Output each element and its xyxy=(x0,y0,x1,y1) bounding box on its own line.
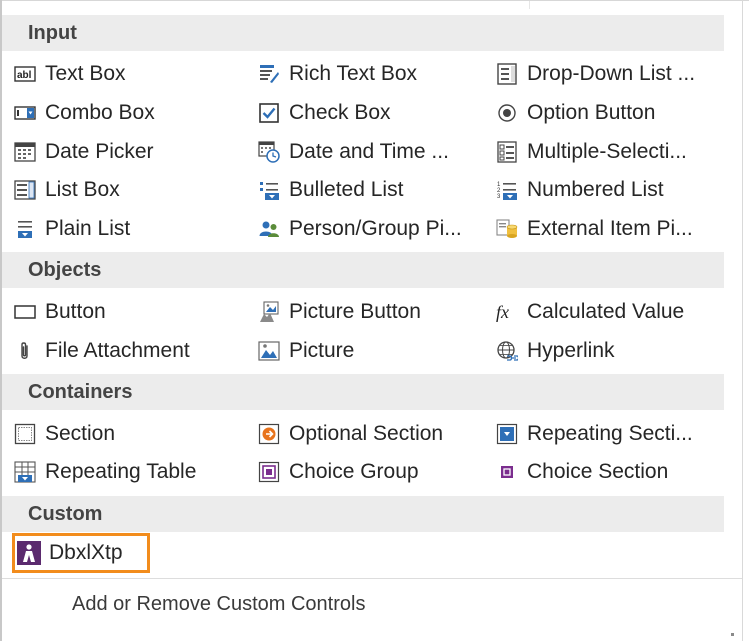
button-icon xyxy=(14,301,36,323)
date-picker-icon xyxy=(14,141,36,163)
section-header-objects: Objects xyxy=(2,252,724,288)
bulleted-list-icon xyxy=(258,179,280,201)
control-choice-group[interactable]: Choice Group xyxy=(258,454,419,490)
custom-control-icon xyxy=(17,541,41,565)
svg-text:3: 3 xyxy=(497,194,501,200)
control-date-picker[interactable]: Date Picker xyxy=(14,134,154,170)
control-rich-text-box[interactable]: Rich Text Box xyxy=(258,56,417,92)
control-text-box[interactable]: abl Text Box xyxy=(14,56,126,92)
control-check-box[interactable]: Check Box xyxy=(258,95,391,131)
date-time-picker-icon xyxy=(258,141,280,163)
hyperlink-globe-icon xyxy=(496,340,518,362)
choice-section-icon xyxy=(496,461,518,483)
section-header-custom: Custom xyxy=(2,496,724,532)
control-picture[interactable]: Picture xyxy=(258,333,354,369)
picture-button-icon xyxy=(258,301,280,323)
resize-grip[interactable] xyxy=(731,633,734,636)
control-repeating-table[interactable]: Repeating Table xyxy=(14,454,196,490)
control-multiple-selection-list[interactable]: Multiple-Selecti... xyxy=(496,134,687,170)
rich-text-box-icon xyxy=(258,63,280,85)
calculated-value-icon: fx xyxy=(496,301,518,323)
control-drop-down-list[interactable]: Drop-Down List ... xyxy=(496,56,695,92)
list-box-icon xyxy=(14,179,36,201)
control-bulleted-list[interactable]: Bulleted List xyxy=(258,172,403,208)
top-tick xyxy=(529,1,530,9)
controls-gallery: Input abl Text Box Rich Text Box Drop-Do… xyxy=(0,0,749,641)
optional-section-icon xyxy=(258,423,280,445)
section-icon xyxy=(14,423,36,445)
footer-divider xyxy=(2,578,742,579)
control-choice-section[interactable]: Choice Section xyxy=(496,454,668,490)
control-combo-box[interactable]: Combo Box xyxy=(14,95,155,131)
control-option-button[interactable]: Option Button xyxy=(496,95,655,131)
section-header-containers: Containers xyxy=(2,374,724,410)
control-button[interactable]: Button xyxy=(14,294,106,330)
control-date-time-picker[interactable]: Date and Time ... xyxy=(258,134,449,170)
plain-list-icon xyxy=(14,218,36,240)
choice-group-icon xyxy=(258,461,280,483)
control-repeating-section[interactable]: Repeating Secti... xyxy=(496,416,693,452)
control-optional-section[interactable]: Optional Section xyxy=(258,416,443,452)
control-file-attachment[interactable]: File Attachment xyxy=(14,333,190,369)
multiple-selection-list-icon xyxy=(496,141,518,163)
svg-text:fx: fx xyxy=(496,302,509,322)
control-section[interactable]: Section xyxy=(14,416,115,452)
text-box-icon: abl xyxy=(14,63,36,85)
control-external-item-picker[interactable]: External Item Pi... xyxy=(496,211,693,247)
check-box-icon xyxy=(258,102,280,124)
right-border xyxy=(742,0,743,641)
picture-icon xyxy=(258,340,280,362)
option-button-icon xyxy=(496,102,518,124)
control-list-box[interactable]: List Box xyxy=(14,172,120,208)
control-custom-dbxlxtp[interactable]: DbxlXtp xyxy=(12,533,150,573)
add-remove-custom-controls-link[interactable]: Add or Remove Custom Controls xyxy=(72,586,365,622)
combo-box-icon xyxy=(14,102,36,124)
repeating-table-icon xyxy=(14,461,36,483)
svg-text:abl: abl xyxy=(17,70,32,81)
external-item-picker-icon xyxy=(496,218,518,240)
top-border xyxy=(0,0,749,1)
control-hyperlink[interactable]: Hyperlink xyxy=(496,333,615,369)
drop-down-list-icon xyxy=(496,63,518,85)
paperclip-icon xyxy=(14,340,36,362)
repeating-section-icon xyxy=(496,423,518,445)
control-picture-button[interactable]: Picture Button xyxy=(258,294,421,330)
section-header-input: Input xyxy=(2,15,724,51)
control-plain-list[interactable]: Plain List xyxy=(14,211,130,247)
control-calculated-value[interactable]: fx Calculated Value xyxy=(496,294,684,330)
left-border xyxy=(0,0,2,641)
control-person-group-picker[interactable]: Person/Group Pi... xyxy=(258,211,462,247)
person-group-picker-icon xyxy=(258,218,280,240)
control-numbered-list[interactable]: 123 Numbered List xyxy=(496,172,664,208)
numbered-list-icon: 123 xyxy=(496,179,518,201)
